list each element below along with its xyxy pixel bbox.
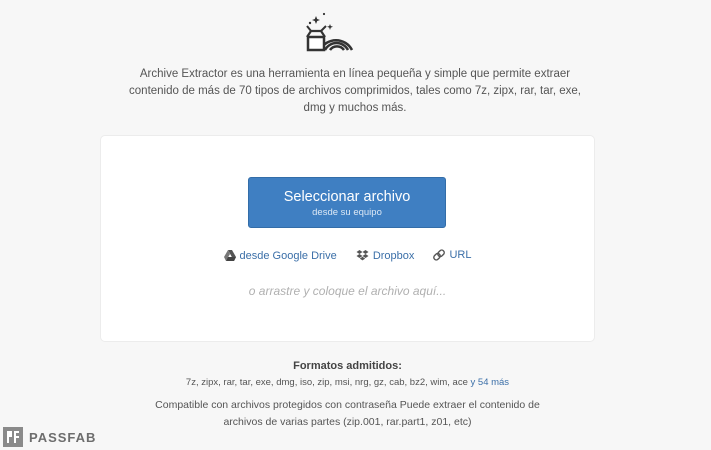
intro-line-1: Archive Extractor es una herramienta en … xyxy=(139,68,571,80)
compat-line-1: Compatible con archivos protegidos con c… xyxy=(155,399,540,411)
url-link[interactable]: URL xyxy=(433,249,471,261)
formats-title: Formatos admitidos: xyxy=(293,360,402,372)
intro-line-3: dmg y muchos más. xyxy=(303,102,407,114)
formats-list: 7z, zipx, rar, tar, exe, dmg, iso, zip, … xyxy=(0,377,695,388)
formats-list-text: 7z, zipx, rar, tar, exe, dmg, iso, zip, … xyxy=(185,377,468,388)
upload-card: Seleccionar archivo desde su equipo desd… xyxy=(101,136,594,341)
select-file-label: Seleccionar archivo xyxy=(283,189,411,205)
google-drive-label: desde Google Drive xyxy=(239,249,337,262)
google-drive-link[interactable]: desde Google Drive xyxy=(223,249,337,262)
more-formats-link[interactable]: y 54 más xyxy=(471,377,510,388)
intro-line-2: contenido de más de 70 tipos de archivos… xyxy=(129,85,581,97)
passfab-text: PASSFAB xyxy=(29,429,97,445)
passfab-watermark: PASSFAB xyxy=(3,427,96,447)
intro-text: Archive Extractor es una herramienta en … xyxy=(120,66,590,117)
upload-sources: desde Google Drive Dropbox URL xyxy=(101,249,594,264)
compatibility-note: Compatible con archivos protegidos con c… xyxy=(135,397,560,431)
dropbox-label: Dropbox xyxy=(372,249,415,262)
compat-line-2: archivos de varias partes (zip.001, rar.… xyxy=(223,416,472,428)
select-file-sublabel: desde su equipo xyxy=(312,207,382,218)
drop-zone-hint[interactable]: o arrastre y coloque el archivo aquí... xyxy=(101,284,594,298)
google-drive-icon xyxy=(223,250,236,261)
dropbox-icon xyxy=(356,250,369,261)
select-file-button[interactable]: Seleccionar archivo desde su equipo xyxy=(248,177,446,228)
passfab-logo-icon xyxy=(3,427,23,447)
link-icon xyxy=(433,249,446,261)
url-label: URL xyxy=(449,249,472,261)
rainbow-box-icon xyxy=(306,12,354,52)
archive-extractor-logo xyxy=(302,10,356,52)
dropbox-link[interactable]: Dropbox xyxy=(356,249,415,262)
